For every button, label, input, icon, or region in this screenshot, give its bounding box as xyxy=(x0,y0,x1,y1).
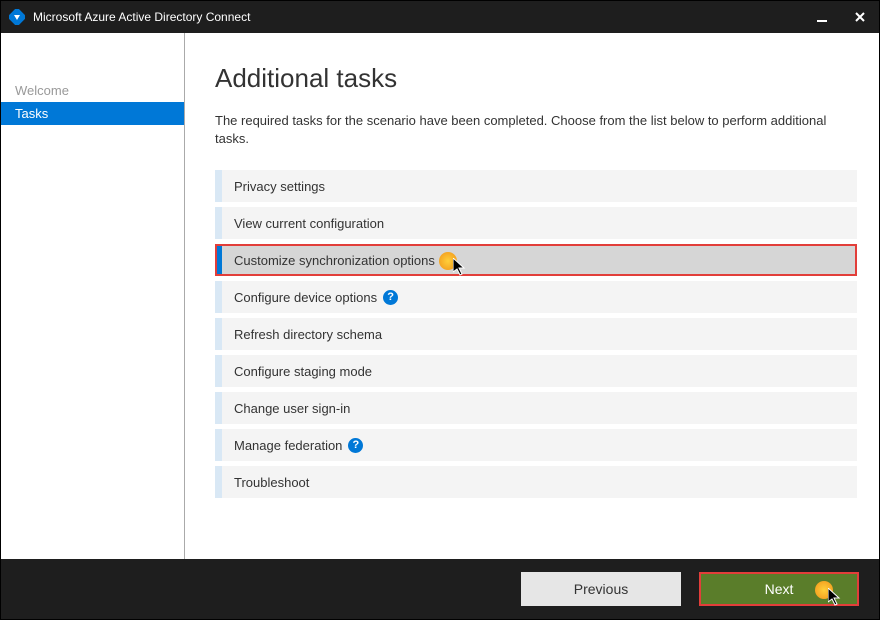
task-label: Change user sign-in xyxy=(234,401,350,416)
sidebar-item-label: Tasks xyxy=(15,106,48,121)
task-configure-device-options[interactable]: Configure device options ? xyxy=(215,281,857,313)
task-accent xyxy=(215,355,222,387)
click-highlight-icon xyxy=(815,581,833,599)
task-label: Configure device options xyxy=(234,290,377,305)
task-customize-synchronization-options[interactable]: Customize synchronization options xyxy=(215,244,857,276)
task-accent xyxy=(217,246,222,274)
sidebar-item-label: Welcome xyxy=(15,83,69,98)
task-label: Manage federation xyxy=(234,438,342,453)
button-label: Previous xyxy=(574,581,628,597)
task-label: Privacy settings xyxy=(234,179,325,194)
sidebar: Welcome Tasks xyxy=(1,33,185,559)
task-privacy-settings[interactable]: Privacy settings xyxy=(215,170,857,202)
task-accent xyxy=(215,392,222,424)
task-accent xyxy=(215,429,222,461)
titlebar-title: Microsoft Azure Active Directory Connect xyxy=(33,10,250,24)
task-label: View current configuration xyxy=(234,216,384,231)
footer: Previous Next xyxy=(1,559,879,619)
minimize-button[interactable] xyxy=(803,1,841,33)
page-description: The required tasks for the scenario have… xyxy=(215,112,857,148)
close-button[interactable] xyxy=(841,1,879,33)
app-icon xyxy=(9,9,25,25)
help-icon[interactable]: ? xyxy=(348,438,363,453)
task-view-current-configuration[interactable]: View current configuration xyxy=(215,207,857,239)
task-label: Configure staging mode xyxy=(234,364,372,379)
task-refresh-directory-schema[interactable]: Refresh directory schema xyxy=(215,318,857,350)
task-manage-federation[interactable]: Manage federation ? xyxy=(215,429,857,461)
main-content: Additional tasks The required tasks for … xyxy=(185,33,879,559)
titlebar: Microsoft Azure Active Directory Connect xyxy=(1,1,879,33)
task-accent xyxy=(215,281,222,313)
task-accent xyxy=(215,207,222,239)
click-highlight-icon xyxy=(439,252,457,270)
task-accent xyxy=(215,318,222,350)
page-title: Additional tasks xyxy=(215,63,857,94)
sidebar-item-welcome[interactable]: Welcome xyxy=(1,79,184,102)
task-label: Troubleshoot xyxy=(234,475,309,490)
previous-button[interactable]: Previous xyxy=(521,572,681,606)
body-area: Welcome Tasks Additional tasks The requi… xyxy=(1,33,879,559)
task-list: Privacy settings View current configurat… xyxy=(215,170,857,498)
cursor-icon xyxy=(453,258,469,278)
task-troubleshoot[interactable]: Troubleshoot xyxy=(215,466,857,498)
button-label: Next xyxy=(765,581,794,597)
cursor-icon xyxy=(828,588,844,608)
task-configure-staging-mode[interactable]: Configure staging mode xyxy=(215,355,857,387)
task-label: Refresh directory schema xyxy=(234,327,382,342)
task-label: Customize synchronization options xyxy=(234,253,435,268)
help-icon[interactable]: ? xyxy=(383,290,398,305)
task-accent xyxy=(215,170,222,202)
task-accent xyxy=(215,466,222,498)
sidebar-item-tasks[interactable]: Tasks xyxy=(1,102,184,125)
task-change-user-sign-in[interactable]: Change user sign-in xyxy=(215,392,857,424)
next-button[interactable]: Next xyxy=(699,572,859,606)
